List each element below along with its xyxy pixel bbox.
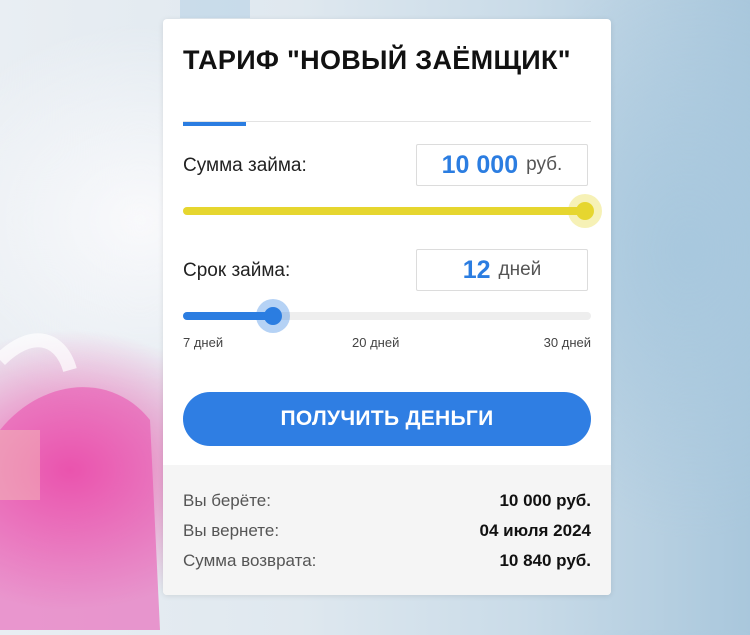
summary-label-return-date: Вы вернете: xyxy=(183,521,280,540)
term-tick-min: 7 дней xyxy=(183,335,224,350)
term-value: 12 xyxy=(462,255,491,284)
title-accent-bar xyxy=(183,122,246,126)
summary-label-total: Сумма возврата: xyxy=(183,551,317,570)
summary-label-borrow: Вы берёте: xyxy=(183,491,271,510)
summary-value-total: 10 840 руб. xyxy=(499,551,591,570)
term-label: Срок займа: xyxy=(183,260,291,281)
amount-slider-fill xyxy=(183,207,585,215)
term-slider-track[interactable] xyxy=(183,312,591,320)
get-money-button[interactable]: ПОЛУЧИТЬ ДЕНЬГИ xyxy=(183,392,591,446)
loan-summary: Вы берёте: 10 000 руб. Вы вернете: 04 ию… xyxy=(163,465,611,595)
amount-unit: руб. xyxy=(526,154,563,175)
amount-slider-thumb[interactable] xyxy=(575,202,594,220)
term-tick-mid: 20 дней xyxy=(352,335,400,350)
term-tick-max: 30 дней xyxy=(543,335,591,350)
amount-label: Сумма займа: xyxy=(183,155,307,176)
term-value-box[interactable]: 12 дней xyxy=(416,249,588,291)
amount-value-box[interactable]: 10 000 руб. xyxy=(416,144,588,186)
summary-value-borrow: 10 000 руб. xyxy=(499,491,591,510)
loan-calculator-card: ТАРИФ "НОВЫЙ ЗАЁМЩИК" Сумма займа: 10 00… xyxy=(163,19,611,595)
amount-value: 10 000 xyxy=(441,150,519,179)
amount-slider-track[interactable] xyxy=(183,207,591,215)
tariff-title: ТАРИФ "НОВЫЙ ЗАЁМЩИК" xyxy=(183,45,571,75)
term-slider-thumb[interactable] xyxy=(263,307,282,325)
term-unit: дней xyxy=(498,259,542,280)
summary-value-return-date: 04 июля 2024 xyxy=(479,521,591,540)
